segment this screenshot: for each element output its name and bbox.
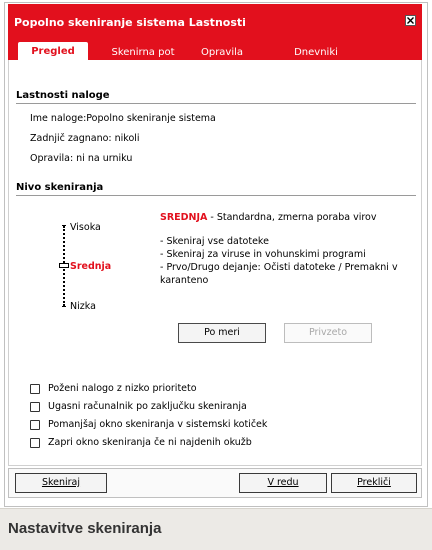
checkbox[interactable]	[30, 401, 40, 412]
ok-button-label: V redu	[267, 477, 299, 488]
last-run: Zadnjič zagnano: nikoli	[30, 133, 140, 144]
option-label: Zapri okno skeniranja če ni najdenih oku…	[48, 437, 252, 448]
checkbox[interactable]	[30, 383, 40, 394]
level-bullet: - Skeniraj vse datoteke	[160, 236, 269, 247]
tab-skenirna-pot[interactable]: Skenirna pot	[108, 45, 178, 60]
cancel-button-label: Prekliči	[357, 477, 391, 488]
tab-bar: Pregled Skenirna pot Opravila Dnevniki	[8, 38, 422, 60]
task-name: Ime naloge:Popolno skeniranje sistema	[30, 113, 216, 124]
properties-heading: Lastnosti naloge	[16, 90, 416, 104]
level-bullet: - Prvo/Drugo dejanje: Očisti datoteke / …	[160, 262, 398, 273]
figure-caption: Nastavitve skeniranja	[0, 508, 432, 550]
tab-dnevniki[interactable]: Dnevniki	[286, 45, 346, 60]
window-title: Popolno skeniranje sistema Lastnosti	[14, 16, 246, 29]
scan-button[interactable]: Skeniraj	[15, 473, 107, 493]
tab-opravila[interactable]: Opravila	[192, 45, 252, 60]
task-schedule: Opravila: ni na urniku	[30, 153, 133, 164]
option-minimize-tray[interactable]: Pomanjšaj okno skeniranja v sistemski ko…	[30, 418, 267, 431]
custom-button[interactable]: Po meri	[178, 323, 266, 343]
level-summary-desc: - Standardna, zmerna poraba virov	[207, 212, 377, 223]
scan-button-label: Skeniraj	[41, 477, 81, 488]
scan-level-heading: Nivo skeniranja	[16, 182, 416, 196]
option-label: Ugasni računalnik po zaključku skeniranj…	[48, 401, 247, 412]
close-icon	[407, 17, 414, 24]
option-label: Poženi nalogo z nizko prioriteto	[48, 383, 197, 394]
option-low-priority[interactable]: Poženi nalogo z nizko prioriteto	[30, 382, 197, 395]
title-bar: Popolno skeniranje sistema Lastnosti	[8, 4, 422, 38]
level-low[interactable]: Nizka	[70, 301, 96, 312]
slider-thumb[interactable]	[59, 263, 69, 268]
tick-low	[62, 306, 66, 307]
checkbox[interactable]	[30, 419, 40, 430]
level-summary-title: SREDNJA	[160, 212, 208, 223]
ok-button[interactable]: V redu	[239, 473, 327, 493]
level-bullet: karanteno	[160, 275, 209, 286]
checkbox[interactable]	[30, 437, 40, 448]
default-button[interactable]: Privzeto	[284, 323, 372, 343]
level-high[interactable]: Visoka	[70, 222, 101, 233]
level-summary: SREDNJA - Standardna, zmerna poraba viro…	[160, 212, 376, 223]
tick-high	[62, 225, 66, 226]
caption-text: Nastavitve skeniranja	[8, 520, 162, 537]
level-bullet: - Skeniraj za viruse in vohunskimi progr…	[160, 249, 366, 260]
tab-pregled[interactable]: Pregled	[18, 42, 88, 60]
cancel-button[interactable]: Prekliči	[331, 473, 417, 493]
button-bar: Skeniraj V redu Prekliči	[8, 468, 422, 498]
close-button[interactable]	[405, 15, 416, 26]
option-close-if-clean[interactable]: Zapri okno skeniranja če ni najdenih oku…	[30, 436, 252, 449]
option-label: Pomanjšaj okno skeniranja v sistemski ko…	[48, 419, 268, 430]
level-medium[interactable]: Srednja	[70, 261, 111, 272]
option-shutdown[interactable]: Ugasni računalnik po zaključku skeniranj…	[30, 400, 247, 413]
